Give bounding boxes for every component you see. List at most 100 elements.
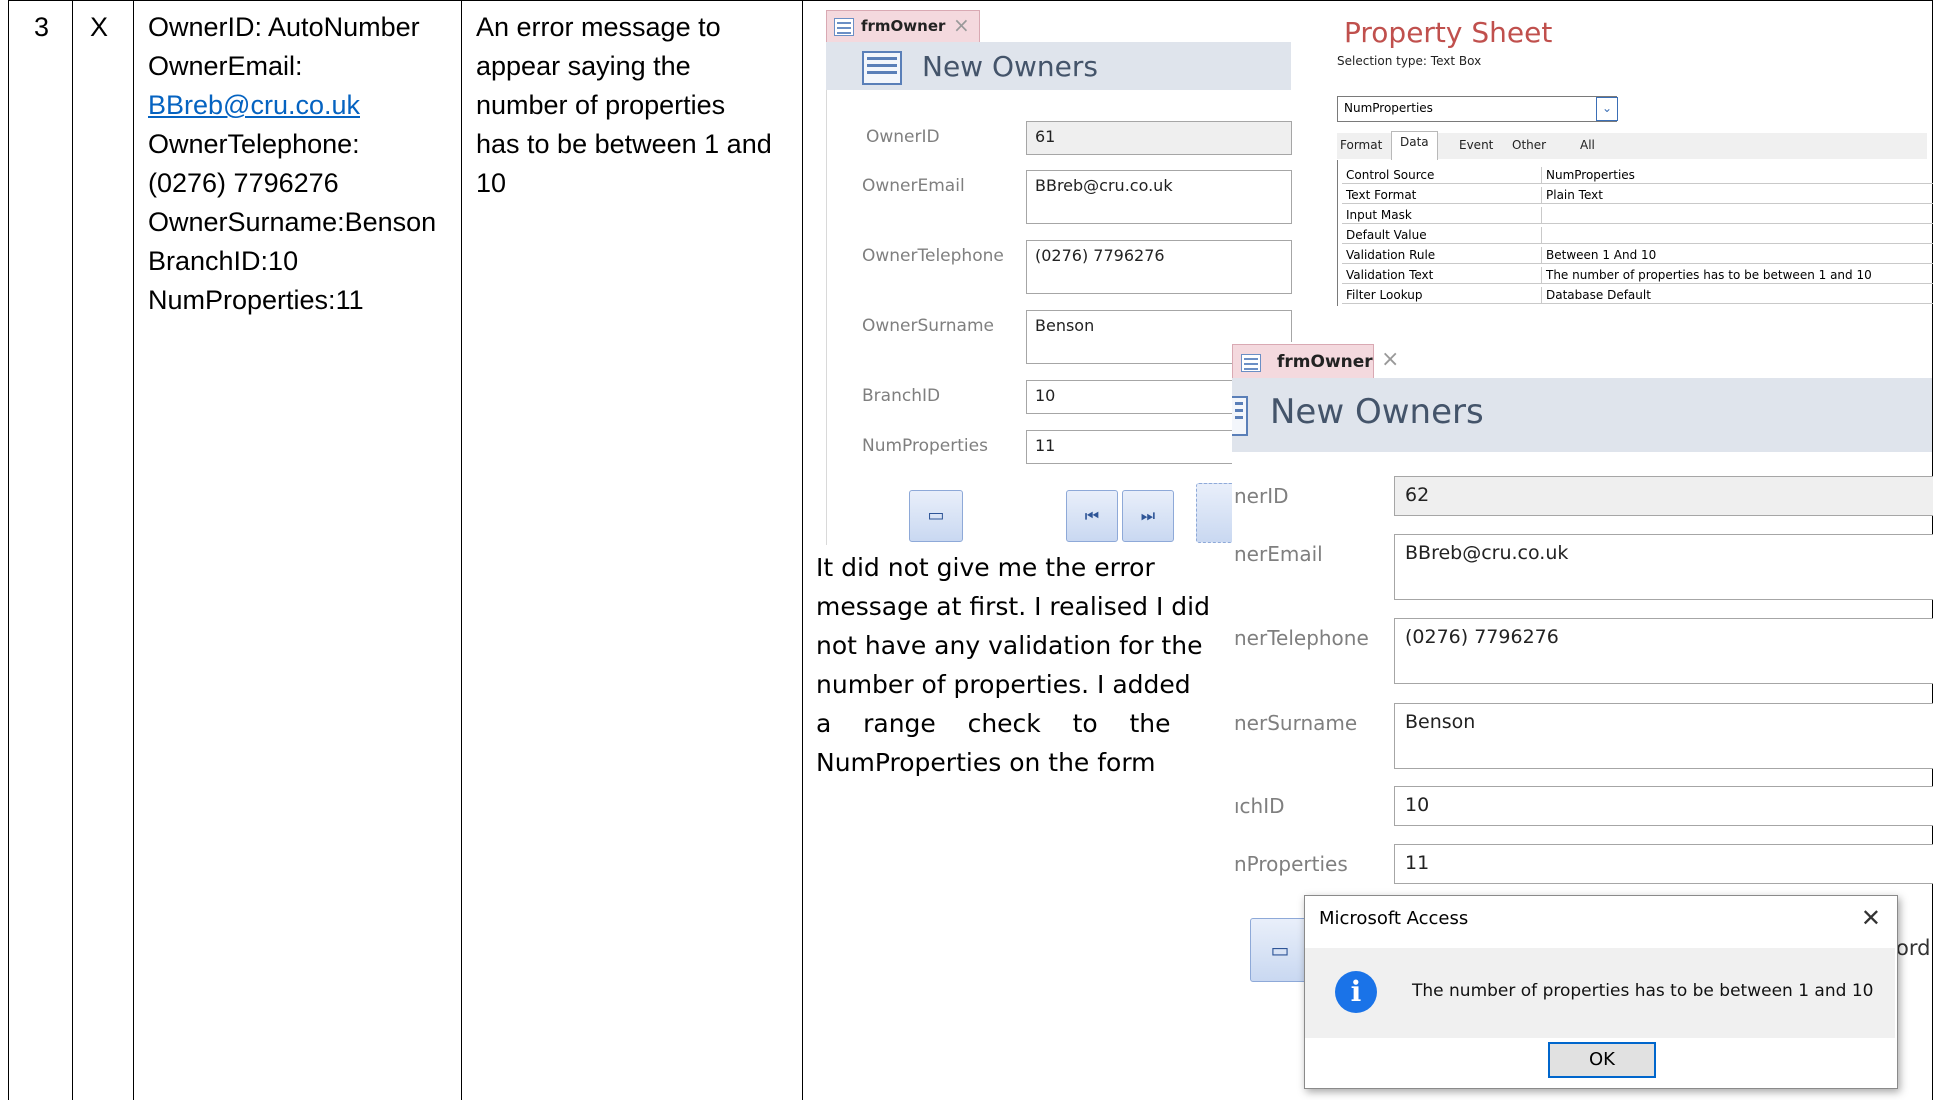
new-record-icon: ▭	[927, 505, 945, 526]
tab-data[interactable]: Data	[1391, 131, 1438, 160]
table-border	[72, 0, 73, 1100]
owner-id-label: nerID	[1234, 484, 1289, 508]
expected-line: has to be between 1 and	[476, 129, 772, 159]
form2-title: New Owners	[1270, 392, 1484, 432]
tab-all[interactable]: All	[1580, 138, 1595, 152]
num-properties-label: NumProperties	[862, 436, 988, 456]
form-icon	[1241, 354, 1261, 372]
table-border	[802, 0, 803, 1100]
test-data-line: BranchID:10	[148, 246, 299, 276]
comment-line: NumProperties on the form	[816, 748, 1156, 777]
property-row[interactable]: Default Value	[1342, 227, 1933, 244]
test-data-line: OwnerSurname:Benson	[148, 207, 437, 237]
property-row[interactable]: Validation Text The number of properties…	[1342, 267, 1933, 284]
selection-type: Selection type: Text Box	[1337, 54, 1482, 68]
info-icon: i	[1335, 971, 1377, 1013]
dialog-message: The number of properties has to be betwe…	[1412, 981, 1874, 1001]
comment-line: number of properties. I added	[816, 670, 1191, 699]
branch-id-label: BranchID	[862, 386, 941, 406]
comment-line: not have any validation for the	[816, 631, 1203, 660]
last-record-button[interactable]: ⏭	[1122, 490, 1174, 542]
expected-line: 10	[476, 168, 507, 198]
expected-line: appear saying the	[476, 51, 691, 81]
table-top-border	[8, 0, 1933, 1]
email-link[interactable]: BBreb@cru.co.uk	[148, 86, 360, 125]
property-row[interactable]: Input Mask	[1342, 207, 1933, 224]
test-data-line: OwnerTelephone:	[148, 129, 360, 159]
num-properties-label: nProperties	[1234, 852, 1348, 876]
tab-event[interactable]: Event	[1459, 138, 1493, 152]
owner-telephone-field[interactable]: (0276) 7796276	[1026, 240, 1292, 294]
row-number: 3	[34, 12, 50, 42]
close-icon[interactable]: ✕	[1861, 904, 1881, 932]
new-record-button[interactable]: ▭	[1250, 918, 1310, 982]
table-border	[133, 0, 134, 1100]
owner-email-field[interactable]: BBreb@cru.co.uk	[1394, 534, 1933, 600]
record-button-label[interactable]: ord	[1896, 936, 1930, 960]
property-value: Database Default	[1546, 288, 1651, 302]
first-record-button[interactable]: ⏮	[1066, 490, 1118, 542]
owner-surname-label: OwnerSurname	[862, 316, 994, 336]
new-record-icon: ▭	[1270, 938, 1290, 962]
property-name: Control Source	[1342, 167, 1542, 183]
owner-telephone-field[interactable]: (0276) 7796276	[1394, 618, 1933, 684]
table-border	[461, 0, 462, 1100]
form-icon	[1232, 396, 1248, 436]
chevron-down-icon[interactable]: ⌄	[1596, 97, 1618, 121]
test-data-line: OwnerID: AutoNumber	[148, 12, 420, 42]
property-name: Default Value	[1342, 227, 1542, 243]
property-name: Text Format	[1342, 187, 1542, 203]
expected-line: An error message to	[476, 12, 721, 42]
dialog-title: Microsoft Access	[1319, 908, 1469, 929]
property-row[interactable]: Control Source NumProperties	[1342, 167, 1933, 184]
owner-id-field[interactable]: 62	[1394, 476, 1933, 516]
property-value: Between 1 And 10	[1546, 248, 1657, 262]
branch-id-field[interactable]: 10	[1394, 786, 1933, 826]
property-name: Validation Text	[1342, 267, 1542, 283]
table-border	[8, 0, 9, 1100]
comment-line: message at first. I realised I did	[816, 592, 1210, 621]
property-value: The number of properties has to be betwe…	[1546, 268, 1872, 282]
last-record-icon: ⏭	[1140, 506, 1156, 525]
property-value: Plain Text	[1546, 188, 1603, 202]
close-icon[interactable]: ×	[953, 13, 970, 37]
message-dialog: Microsoft Access ✕ i The number of prope…	[1304, 895, 1898, 1089]
num-properties-field[interactable]: 11	[1394, 844, 1933, 884]
property-name: Validation Rule	[1342, 247, 1542, 263]
comment-line: It did not give me the error	[816, 553, 1155, 582]
expected-line: number of properties	[476, 90, 726, 120]
test-data-line: (0276) 7796276	[148, 168, 339, 198]
comment-line: a range check to the	[816, 709, 1171, 738]
owner-telephone-label: nerTelephone	[1234, 626, 1369, 650]
form-icon	[834, 18, 854, 36]
tab-format[interactable]: Format	[1340, 138, 1382, 152]
form1-title: New Owners	[922, 50, 1098, 83]
control-selector[interactable]: NumProperties	[1337, 96, 1617, 122]
form-icon	[862, 51, 902, 85]
first-record-icon: ⏮	[1084, 506, 1100, 525]
property-value: NumProperties	[1546, 168, 1635, 182]
row-mark: X	[90, 12, 109, 42]
owner-email-label: OwnerEmail	[862, 176, 965, 196]
owner-id-field[interactable]: 61	[1026, 121, 1292, 155]
property-name: Filter Lookup	[1342, 287, 1542, 303]
property-row[interactable]: Validation Rule Between 1 And 10	[1342, 247, 1933, 264]
test-data-line: OwnerEmail:	[148, 51, 303, 81]
property-row[interactable]: Text Format Plain Text	[1342, 187, 1933, 204]
tab-other[interactable]: Other	[1512, 138, 1546, 152]
owner-email-label: nerEmail	[1234, 542, 1323, 566]
form2-tab[interactable]: frmOwner ×	[1232, 344, 1399, 379]
owner-telephone-label: OwnerTelephone	[862, 246, 1004, 266]
ok-button[interactable]: OK	[1548, 1042, 1656, 1078]
close-icon[interactable]: ×	[1381, 347, 1399, 372]
property-name: Input Mask	[1342, 207, 1542, 223]
branch-id-label: ıchID	[1234, 794, 1285, 818]
new-record-button[interactable]: ▭	[909, 490, 963, 542]
form1-tab[interactable]: frmOwner ×	[826, 10, 980, 43]
test-data-line: NumProperties:11	[148, 285, 364, 315]
property-row[interactable]: Filter Lookup Database Default	[1342, 287, 1933, 304]
property-sheet-title: Property Sheet	[1344, 16, 1553, 49]
form1-tab-label: frmOwner	[861, 17, 946, 35]
owner-email-field[interactable]: BBreb@cru.co.uk	[1026, 170, 1292, 224]
owner-surname-field[interactable]: Benson	[1394, 703, 1933, 769]
